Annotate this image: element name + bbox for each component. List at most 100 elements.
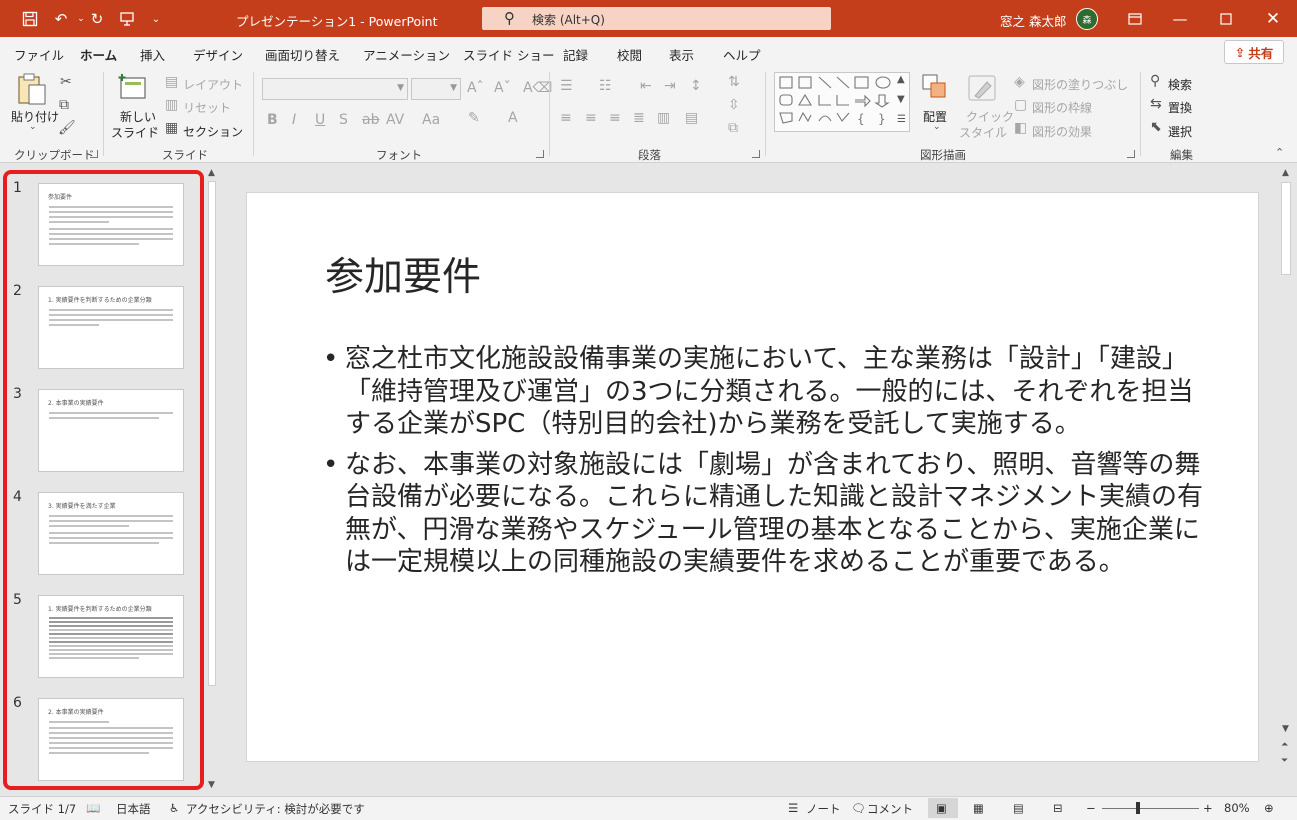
bold-icon[interactable]: B [267, 112, 278, 128]
next-slide-icon[interactable]: ⏷ [1281, 756, 1288, 766]
shape-fill-button[interactable]: 図形の塗りつぶし [1032, 76, 1128, 93]
slide-title[interactable]: 参加要件 [325, 246, 481, 302]
zoom-slider-track[interactable] [1102, 808, 1199, 809]
zoom-out-icon[interactable]: − [1086, 801, 1096, 815]
gallery-down-icon[interactable]: ▼ [897, 94, 905, 105]
align-center-icon[interactable]: ≡ [585, 110, 597, 126]
accessibility-status[interactable]: アクセシビリティ: 検討が必要です [186, 801, 365, 817]
distribute-icon[interactable]: ▤ [685, 110, 698, 126]
zoom-in-icon[interactable]: + [1203, 801, 1213, 815]
shadow-icon[interactable]: S [339, 112, 348, 128]
slide-scrollbar[interactable]: ▲ ▼ ⏶ ⏷ [1278, 166, 1293, 796]
collapse-ribbon-icon[interactable]: ⌃ [1275, 146, 1284, 159]
font-launcher-icon[interactable] [536, 150, 544, 158]
tab-view[interactable]: 表示 [669, 45, 694, 64]
font-color-icon[interactable]: A [508, 110, 518, 126]
text-direction-icon[interactable]: ⇅ [728, 74, 740, 90]
change-case-icon[interactable]: Aa [422, 112, 440, 128]
zoom-level[interactable]: 80% [1224, 801, 1250, 815]
cut-icon[interactable]: ✂ [60, 74, 72, 90]
slide-sorter-icon[interactable]: ▦ [973, 801, 984, 815]
tab-home[interactable]: ホーム [77, 45, 120, 71]
font-name-combo[interactable]: ▼ [262, 78, 408, 100]
tab-review[interactable]: 校閲 [617, 45, 642, 64]
comments-button[interactable]: コメント [867, 801, 913, 817]
slideshow-icon[interactable]: ⊟ [1053, 801, 1063, 815]
highlight-color-icon[interactable]: ✎ [468, 110, 480, 126]
scroll-up-icon[interactable]: ▲ [1282, 168, 1289, 178]
decrease-font-icon[interactable]: Aˇ [494, 80, 511, 96]
scroll-thumb[interactable] [208, 181, 216, 686]
tab-transitions[interactable]: 画面切り替え [265, 45, 340, 64]
language-indicator[interactable]: 日本語 [116, 801, 151, 817]
tab-insert[interactable]: 挿入 [140, 45, 165, 64]
gallery-up-icon[interactable]: ▲ [897, 74, 905, 85]
char-spacing-icon[interactable]: AV [386, 112, 404, 128]
clear-format-icon[interactable]: A⌫ [523, 80, 552, 96]
font-size-combo[interactable]: ▼ [411, 78, 461, 100]
drawing-launcher-icon[interactable] [1127, 150, 1135, 158]
smartart-icon[interactable]: ⧉ [728, 120, 738, 136]
minimize-icon[interactable]: — [1169, 8, 1191, 30]
strikethrough-icon[interactable]: ab [362, 112, 379, 128]
slide-body[interactable]: 窓之杜市文化施設設備事業の実施において、主な業務は「設計」「建設」「維持管理及び… [323, 343, 1203, 587]
shape-effects-button[interactable]: 図形の効果 [1032, 123, 1092, 140]
bullets-icon[interactable]: ☰ [560, 78, 573, 94]
reading-view-icon[interactable]: ▤ [1013, 801, 1024, 815]
maximize-icon[interactable] [1215, 8, 1237, 30]
shapes-gallery[interactable]: {} [774, 72, 910, 132]
redo-icon[interactable]: ↻ [86, 8, 108, 30]
save-icon[interactable] [19, 8, 41, 30]
scroll-down-icon[interactable]: ▼ [208, 780, 215, 790]
fit-to-window-icon[interactable]: ⊕ [1264, 801, 1274, 815]
select-button[interactable]: 選択 [1168, 123, 1192, 140]
paragraph-launcher-icon[interactable] [752, 150, 760, 158]
tab-file[interactable]: ファイル [14, 45, 64, 64]
columns-icon[interactable]: ▥ [657, 110, 670, 126]
justify-icon[interactable]: ≣ [633, 110, 645, 126]
tab-slideshow[interactable]: スライド ショー [463, 45, 554, 64]
replace-button[interactable]: 置換 [1168, 99, 1192, 116]
italic-icon[interactable]: I [292, 112, 296, 128]
slide-canvas[interactable]: 参加要件 窓之杜市文化施設設備事業の実施において、主な業務は「設計」「建設」「維… [246, 192, 1259, 762]
decrease-indent-icon[interactable]: ⇤ [640, 78, 652, 94]
tab-design[interactable]: デザイン [193, 45, 243, 64]
copy-icon[interactable]: ⧉ [59, 97, 69, 113]
tab-animations[interactable]: アニメーション [363, 45, 450, 64]
undo-icon[interactable]: ↶ [50, 8, 72, 30]
presentation-icon[interactable] [116, 8, 138, 30]
ribbon-display-icon[interactable] [1124, 8, 1146, 30]
clipboard-launcher-icon[interactable] [90, 150, 98, 158]
format-painter-icon[interactable]: 🖌 [58, 120, 76, 136]
tab-help[interactable]: ヘルプ [723, 45, 761, 64]
spellcheck-icon[interactable]: 📖 [86, 801, 100, 815]
increase-indent-icon[interactable]: ⇥ [664, 78, 676, 94]
align-left-icon[interactable]: ≡ [560, 110, 572, 126]
numbering-icon[interactable]: ☷ [599, 78, 612, 94]
user-name[interactable]: 窓之 森太郎 [1000, 11, 1066, 30]
section-button[interactable]: セクション [183, 123, 243, 140]
shape-outline-button[interactable]: 図形の枠線 [1032, 99, 1092, 116]
thumbnail-scrollbar[interactable]: ▲ ▼ [206, 167, 218, 793]
reset-button[interactable]: リセット [183, 99, 231, 116]
zoom-slider-thumb[interactable] [1136, 802, 1140, 814]
close-icon[interactable]: ✕ [1262, 8, 1284, 30]
layout-button[interactable]: レイアウト [183, 76, 243, 93]
customize-toolbar-icon[interactable]: ⌄ [145, 8, 167, 30]
avatar[interactable]: 森 [1076, 8, 1098, 30]
previous-slide-icon[interactable]: ⏶ [1281, 740, 1288, 750]
underline-icon[interactable]: U [315, 112, 325, 128]
align-right-icon[interactable]: ≡ [609, 110, 621, 126]
align-text-icon[interactable]: ⇳ [728, 97, 740, 113]
gallery-more-icon[interactable]: ☰ [897, 114, 906, 125]
notes-button[interactable]: ノート [806, 801, 841, 817]
share-button[interactable]: ⇪ 共有 [1224, 40, 1284, 64]
tab-record[interactable]: 記録 [563, 45, 588, 64]
search-box[interactable]: ⚲ 検索 (Alt+Q) [482, 7, 831, 30]
scroll-thumb[interactable] [1281, 182, 1291, 275]
line-spacing-icon[interactable]: ↕ [690, 78, 702, 94]
scroll-down-icon[interactable]: ▼ [1282, 724, 1289, 734]
find-button[interactable]: 検索 [1168, 76, 1192, 93]
scroll-up-icon[interactable]: ▲ [208, 168, 215, 178]
increase-font-icon[interactable]: Aˆ [467, 80, 484, 96]
